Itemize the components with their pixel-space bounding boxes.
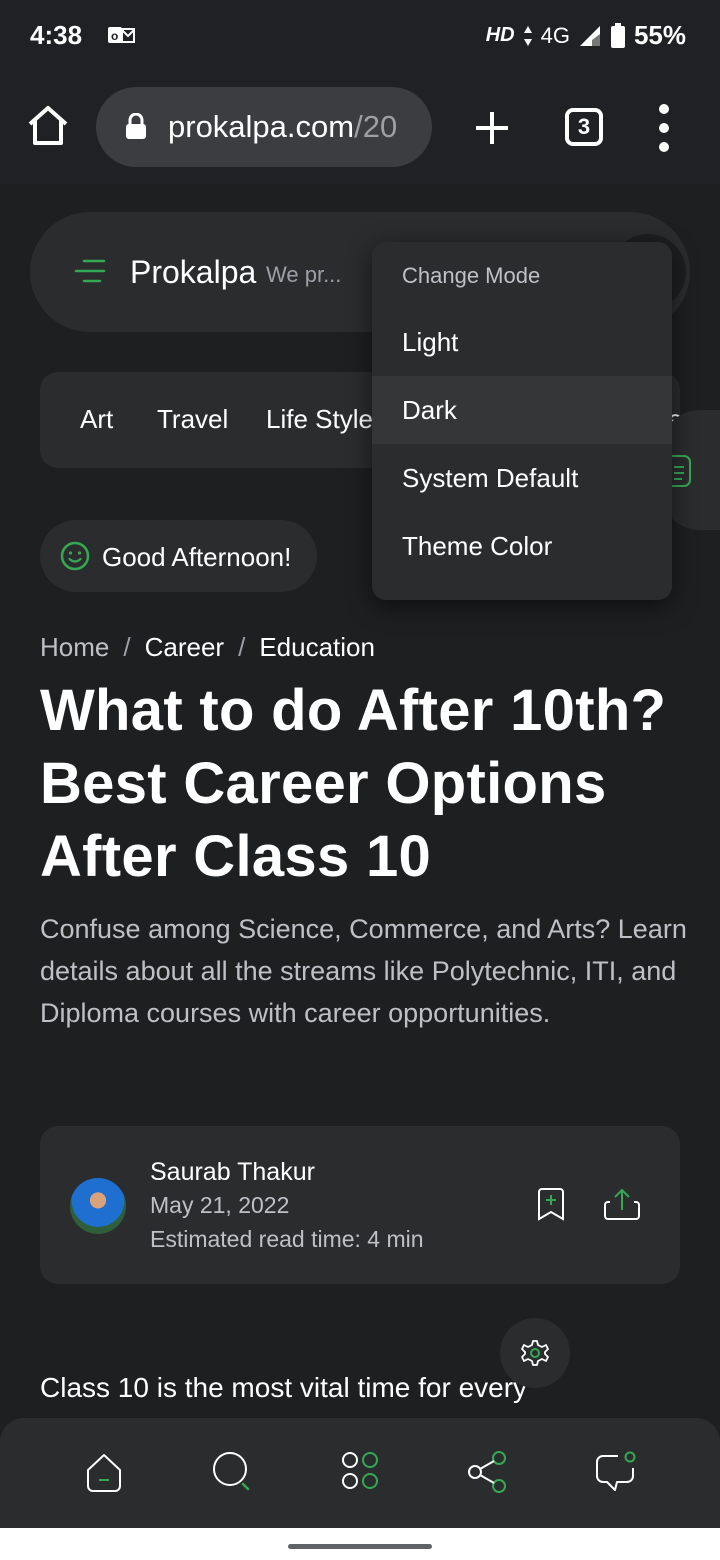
- mode-dark-option[interactable]: Dark: [372, 376, 672, 444]
- share-network-icon[interactable]: [466, 1450, 510, 1499]
- network-type: 4G: [540, 22, 570, 48]
- bottom-nav: [0, 1418, 720, 1528]
- category-art[interactable]: Art: [80, 404, 113, 435]
- breadcrumb-career[interactable]: Career: [145, 632, 224, 662]
- browser-home-button[interactable]: [24, 102, 72, 150]
- avatar[interactable]: [70, 1178, 126, 1234]
- author-card: Saurab Thakur May 21, 2022 Estimated rea…: [40, 1126, 680, 1284]
- change-mode-menu: Change Mode Light Dark System Default Th…: [372, 242, 672, 600]
- share-button[interactable]: [602, 1186, 642, 1227]
- status-bar: 4:38 o HD 4G 55%: [0, 0, 720, 72]
- hamburger-menu-button[interactable]: [74, 256, 106, 286]
- dot-icon: [659, 104, 669, 114]
- status-time: 4:38: [30, 20, 83, 50]
- bookmark-button[interactable]: [536, 1186, 566, 1227]
- smile-icon: [60, 541, 90, 576]
- category-lifestyle[interactable]: Life Style: [266, 404, 373, 435]
- home-icon[interactable]: [84, 1450, 124, 1499]
- read-time: Estimated read time: 4 min: [150, 1226, 424, 1252]
- post-date: May 21, 2022: [150, 1192, 290, 1218]
- mode-label: Light: [402, 327, 459, 357]
- breadcrumb-education[interactable]: Education: [259, 632, 375, 662]
- search-icon[interactable]: [211, 1450, 253, 1499]
- article-title: What to do After 10th? Best Career Optio…: [40, 678, 667, 889]
- lock-icon: [124, 112, 148, 146]
- menu-title: Change Mode: [402, 263, 541, 288]
- bookmark-add-icon: [538, 1188, 564, 1221]
- share-icon: [604, 1188, 640, 1220]
- menu-icon: [74, 259, 106, 283]
- article-summary: Confuse among Science, Commerce, and Art…: [40, 914, 687, 1028]
- plus-icon: [476, 112, 508, 144]
- mode-label: Theme Color: [402, 531, 553, 561]
- battery-percent: 55%: [633, 20, 686, 50]
- home-icon: [28, 106, 68, 145]
- mode-system-default-option[interactable]: System Default: [372, 444, 672, 512]
- battery-icon: [610, 22, 625, 48]
- browser-menu-button[interactable]: [650, 104, 678, 152]
- settings-button[interactable]: [500, 1318, 570, 1388]
- category-travel[interactable]: Travel: [157, 404, 228, 435]
- outlook-notification-icon: o: [106, 22, 136, 53]
- greeting-text: Good Afternoon!: [102, 542, 292, 572]
- browser-toolbar: prokalpa.com/20 3: [0, 72, 720, 184]
- mode-theme-color-option[interactable]: Theme Color: [372, 512, 672, 580]
- greeting-chip: Good Afternoon!: [40, 520, 317, 592]
- hd-indicator: HD: [485, 24, 515, 46]
- breadcrumb-separator: /: [238, 632, 246, 662]
- breadcrumb: Home / Career / Education: [40, 632, 375, 663]
- breadcrumb-home[interactable]: Home: [40, 632, 109, 662]
- mode-light-option[interactable]: Light: [372, 308, 672, 376]
- signal-icon: [579, 25, 600, 46]
- dot-icon: [659, 123, 669, 133]
- author-name[interactable]: Saurab Thakur: [150, 1158, 315, 1187]
- new-tab-button[interactable]: [470, 106, 514, 150]
- url-bar[interactable]: prokalpa.com/20: [96, 87, 432, 167]
- gear-icon: [521, 1340, 549, 1366]
- chat-icon[interactable]: [594, 1450, 638, 1499]
- site-name[interactable]: Prokalpa: [130, 254, 256, 291]
- breadcrumb-separator: /: [123, 632, 131, 662]
- mode-label: Dark: [402, 395, 457, 425]
- gesture-handle[interactable]: [288, 1544, 432, 1549]
- site-tagline: We pr...: [266, 262, 342, 287]
- svg-text:o: o: [111, 29, 118, 43]
- mode-label: System Default: [402, 463, 579, 493]
- article-body: Class 10 is the most vital time for ever…: [40, 1372, 528, 1403]
- apps-icon[interactable]: [340, 1450, 380, 1497]
- data-arrows-icon: [523, 25, 532, 46]
- dot-icon: [659, 142, 669, 152]
- tab-switcher-button[interactable]: 3: [565, 108, 603, 146]
- url-text: prokalpa.com/20: [168, 109, 398, 144]
